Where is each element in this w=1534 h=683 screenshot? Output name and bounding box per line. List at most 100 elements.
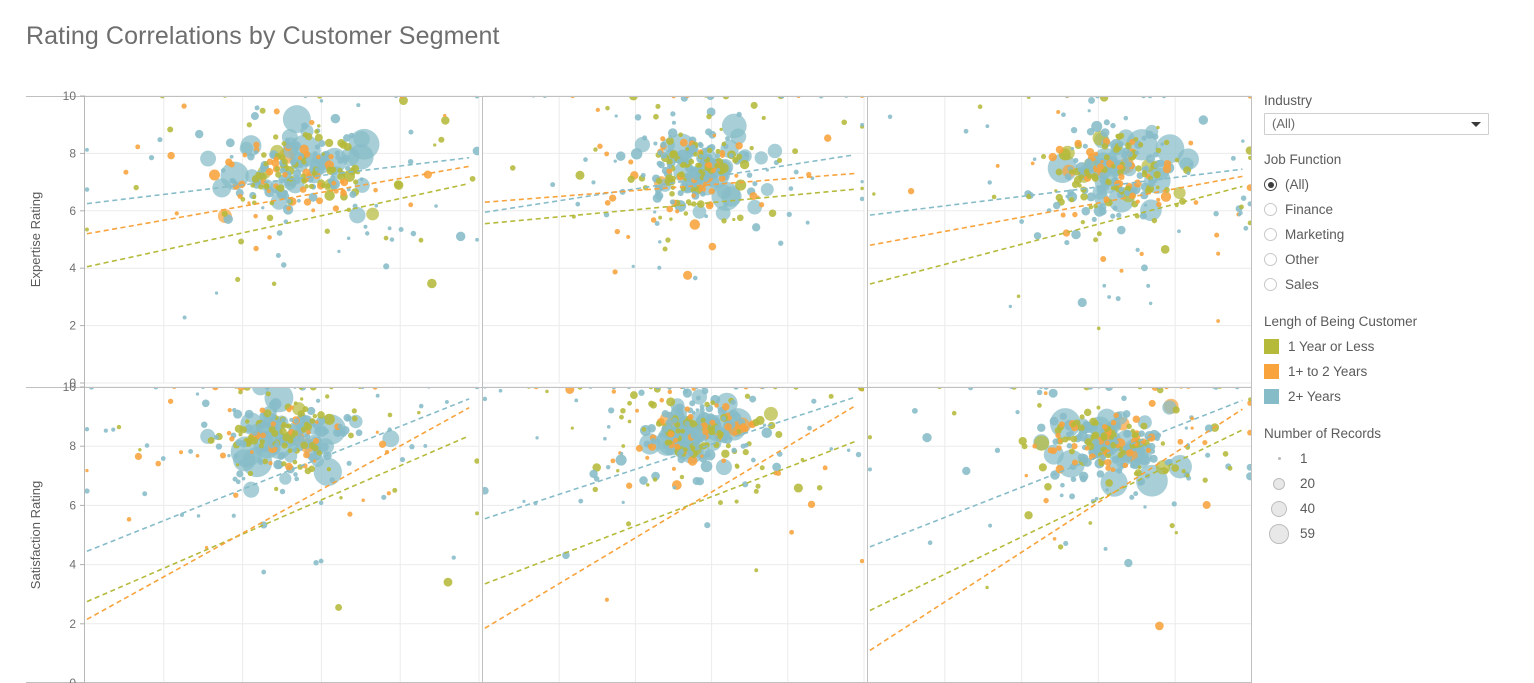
scatter-point[interactable] bbox=[1048, 152, 1057, 162]
scatter-point[interactable] bbox=[859, 196, 865, 202]
scatter-point[interactable] bbox=[805, 220, 810, 225]
job-function-radio-sales[interactable]: Sales bbox=[1264, 272, 1526, 297]
scatter-point[interactable] bbox=[315, 420, 319, 424]
scatter-point[interactable] bbox=[268, 461, 273, 466]
scatter-point[interactable] bbox=[1160, 441, 1166, 446]
scatter-point[interactable] bbox=[667, 389, 673, 395]
scatter-point[interactable] bbox=[1143, 165, 1149, 171]
scatter-point[interactable] bbox=[103, 428, 108, 433]
scatter-point[interactable] bbox=[279, 488, 286, 495]
job-function-radio-all[interactable]: (All) bbox=[1264, 172, 1526, 197]
scatter-point[interactable] bbox=[691, 410, 696, 415]
scatter-point[interactable] bbox=[1177, 229, 1181, 234]
scatter-point[interactable] bbox=[1096, 326, 1101, 331]
scatter-point[interactable] bbox=[1102, 283, 1107, 288]
scatter-point[interactable] bbox=[1103, 546, 1108, 551]
scatter-point[interactable] bbox=[645, 483, 650, 487]
scatter-point[interactable] bbox=[768, 209, 777, 217]
scatter-point[interactable] bbox=[653, 113, 659, 120]
scatter-point[interactable] bbox=[1056, 445, 1062, 451]
scatter-point[interactable] bbox=[318, 426, 323, 432]
scatter-point[interactable] bbox=[1109, 434, 1115, 440]
scatter-point[interactable] bbox=[242, 152, 248, 158]
scatter-point[interactable] bbox=[1181, 469, 1186, 474]
scatter-point[interactable] bbox=[887, 114, 893, 119]
scatter-point[interactable] bbox=[695, 162, 701, 168]
scatter-point[interactable] bbox=[672, 485, 677, 490]
scatter-point[interactable] bbox=[721, 218, 727, 224]
scatter-point[interactable] bbox=[247, 201, 251, 205]
scatter-point[interactable] bbox=[423, 443, 428, 448]
scatter-point[interactable] bbox=[160, 456, 166, 461]
scatter-point[interactable] bbox=[233, 453, 239, 459]
scatter-point[interactable] bbox=[1160, 245, 1170, 254]
scatter-point[interactable] bbox=[621, 500, 625, 504]
scatter-point[interactable] bbox=[235, 276, 241, 283]
scatter-point[interactable] bbox=[167, 151, 175, 160]
scatter-point[interactable] bbox=[498, 388, 503, 393]
scatter-point[interactable] bbox=[221, 210, 228, 217]
scatter-point[interactable] bbox=[298, 163, 304, 169]
scatter-point[interactable] bbox=[575, 201, 581, 207]
scatter-point[interactable] bbox=[1148, 301, 1153, 306]
scatter-point[interactable] bbox=[240, 196, 246, 202]
scatter-point[interactable] bbox=[246, 122, 252, 128]
scatter-point[interactable] bbox=[334, 150, 341, 156]
scatter-point[interactable] bbox=[1121, 395, 1127, 402]
scatter-point[interactable] bbox=[375, 393, 380, 398]
scatter-point[interactable] bbox=[293, 169, 302, 178]
scatter-point[interactable] bbox=[200, 150, 217, 167]
scatter-point[interactable] bbox=[1174, 531, 1178, 535]
scatter-point[interactable] bbox=[742, 426, 749, 433]
scatter-point[interactable] bbox=[1227, 465, 1233, 471]
scatter-point[interactable] bbox=[729, 412, 735, 418]
scatter-point[interactable] bbox=[1070, 422, 1076, 428]
scatter-point[interactable] bbox=[1202, 500, 1211, 509]
scatter-point[interactable] bbox=[1088, 167, 1094, 173]
scatter-point[interactable] bbox=[229, 436, 235, 442]
scatter-point[interactable] bbox=[272, 415, 277, 420]
scatter-point[interactable] bbox=[254, 105, 260, 111]
scatter-point[interactable] bbox=[1070, 476, 1077, 483]
scatter-point[interactable] bbox=[346, 236, 351, 241]
scatter-point[interactable] bbox=[1110, 419, 1117, 426]
scatter-point[interactable] bbox=[645, 455, 650, 460]
scatter-point[interactable] bbox=[775, 430, 783, 439]
scatter-point[interactable] bbox=[1135, 199, 1140, 204]
scatter-point[interactable] bbox=[709, 419, 716, 426]
scatter-point[interactable] bbox=[1118, 186, 1124, 193]
scatter-point[interactable] bbox=[671, 120, 676, 125]
scatter-point[interactable] bbox=[829, 447, 834, 451]
scatter-point[interactable] bbox=[235, 463, 240, 467]
scatter-point[interactable] bbox=[317, 411, 325, 419]
scatter-point[interactable] bbox=[742, 449, 749, 456]
scatter-point[interactable] bbox=[302, 406, 309, 413]
scatter-point[interactable] bbox=[1163, 160, 1172, 168]
scatter-point[interactable] bbox=[1110, 122, 1116, 129]
scatter-point[interactable] bbox=[635, 444, 643, 452]
scatter-point[interactable] bbox=[1153, 163, 1159, 169]
scatter-point[interactable] bbox=[1079, 475, 1088, 483]
scatter-point[interactable] bbox=[1142, 169, 1148, 175]
scatter-point[interactable] bbox=[721, 141, 727, 147]
scatter-point[interactable] bbox=[1243, 225, 1249, 231]
scatter-point[interactable] bbox=[522, 499, 526, 503]
scatter-point[interactable] bbox=[1154, 436, 1160, 442]
scatter-point[interactable] bbox=[1188, 140, 1194, 146]
scatter-point[interactable] bbox=[963, 128, 969, 134]
scatter-point[interactable] bbox=[328, 153, 334, 160]
scatter-point[interactable] bbox=[627, 419, 632, 424]
scatter-point[interactable] bbox=[1044, 483, 1052, 491]
scatter-point[interactable] bbox=[1088, 97, 1095, 104]
scatter-point[interactable] bbox=[660, 136, 666, 142]
scatter-point[interactable] bbox=[792, 148, 799, 155]
scatter-point[interactable] bbox=[669, 199, 675, 205]
scatter-point[interactable] bbox=[719, 153, 725, 159]
scatter-point[interactable] bbox=[859, 558, 864, 564]
scatter-point[interactable] bbox=[704, 214, 709, 219]
scatter-point[interactable] bbox=[911, 407, 918, 414]
scatter-point[interactable] bbox=[241, 476, 246, 481]
scatter-point[interactable] bbox=[1213, 210, 1219, 217]
scatter-point[interactable] bbox=[1134, 457, 1141, 464]
scatter-point[interactable] bbox=[353, 130, 370, 148]
